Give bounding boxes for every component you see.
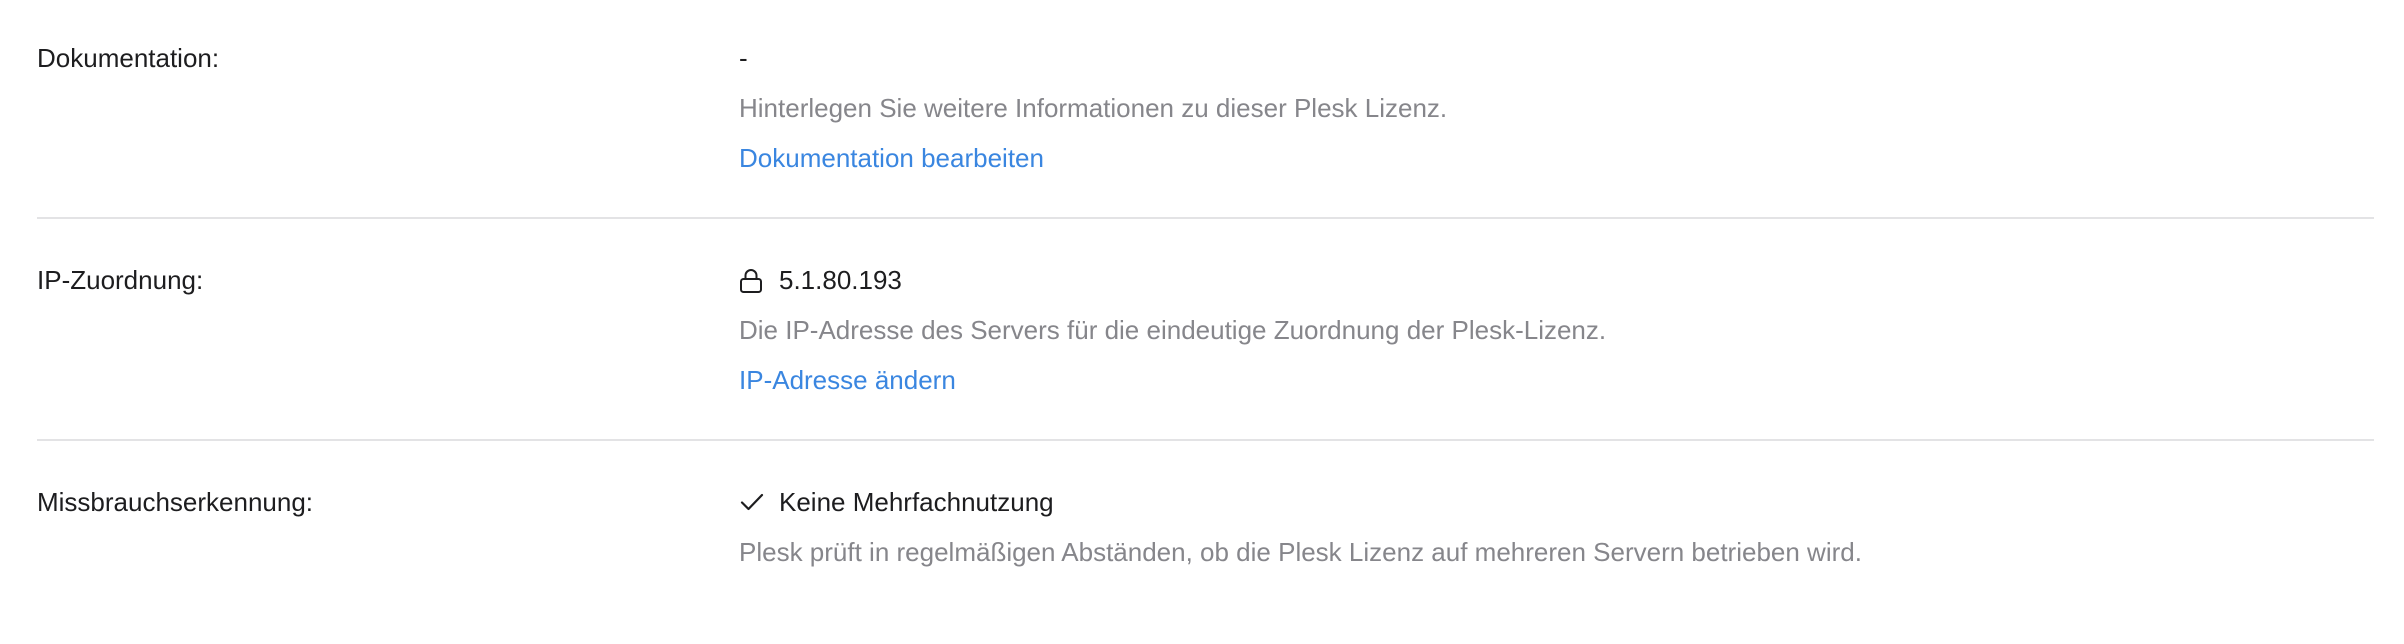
lock-icon: [739, 262, 765, 298]
abuse-status-value: Keine Mehrfachnutzung: [779, 487, 1054, 517]
ip-assignment-value-group: 5.1.80.193 Die IP-Adresse des Servers fü…: [739, 262, 2339, 398]
abuse-detection-value-group: Keine Mehrfachnutzung Plesk prüft in reg…: [739, 484, 2339, 570]
documentation-description: Hinterlegen Sie weitere Informationen zu…: [739, 93, 1448, 123]
row-divider: [37, 439, 2374, 441]
ip-address-value: 5.1.80.193: [779, 265, 902, 295]
ip-address-line: 5.1.80.193: [739, 262, 2339, 298]
documentation-value: -: [739, 43, 748, 73]
documentation-value-group: - Hinterlegen Sie weitere Informationen …: [739, 40, 2339, 176]
change-ip-address-link[interactable]: IP-Adresse ändern: [739, 362, 956, 398]
abuse-detection-label: Missbrauchserkennung:: [37, 487, 314, 517]
documentation-label: Dokumentation:: [37, 43, 220, 73]
checkmark-icon: [739, 484, 765, 520]
abuse-status-line: Keine Mehrfachnutzung: [739, 484, 2339, 520]
license-details-panel: Dokumentation: - Hinterlegen Sie weitere…: [0, 0, 2404, 644]
ip-assignment-description: Die IP-Adresse des Servers für die einde…: [739, 315, 1607, 345]
ip-assignment-label: IP-Zuordnung:: [37, 265, 204, 295]
edit-documentation-link[interactable]: Dokumentation bearbeiten: [739, 140, 1044, 176]
abuse-detection-description: Plesk prüft in regelmäßigen Abständen, o…: [739, 537, 1862, 567]
row-divider: [37, 217, 2374, 219]
